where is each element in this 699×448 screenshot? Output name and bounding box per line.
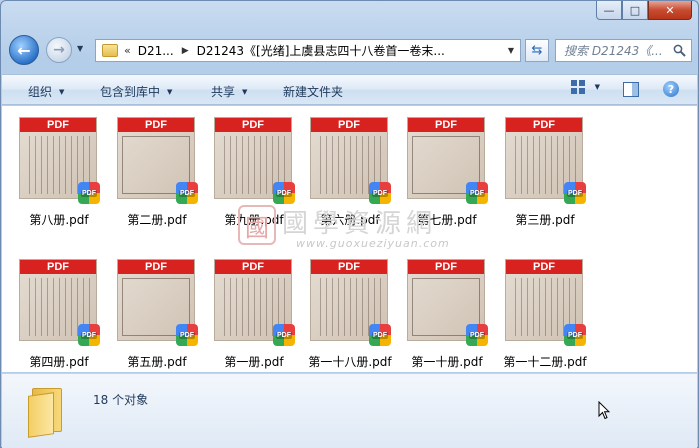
preview-pane-icon[interactable]: [623, 82, 639, 97]
file-name[interactable]: 第一十二册.pdf: [495, 353, 595, 370]
organize-label: 组织: [28, 85, 53, 99]
file-name[interactable]: 第一十八册.pdf: [300, 353, 400, 370]
file-name[interactable]: 第一十册.pdf: [397, 353, 497, 370]
search-input[interactable]: 搜索 D21243《...: [555, 39, 692, 62]
file-name[interactable]: 第三册.pdf: [495, 211, 595, 228]
file-name[interactable]: 第二册.pdf: [107, 211, 207, 228]
pdf-app-icon: PDF: [564, 324, 586, 346]
breadcrumb-item-parent[interactable]: D21...: [138, 44, 174, 58]
back-arrow-icon: ←: [17, 40, 31, 60]
file-item[interactable]: PDF PDF 第三册.pdf: [495, 111, 587, 231]
pdf-banner: PDF: [311, 260, 387, 274]
maximize-button[interactable]: □: [622, 1, 648, 20]
close-button[interactable]: ✕: [648, 1, 692, 20]
pdf-banner: PDF: [20, 260, 96, 274]
pdf-banner: PDF: [408, 118, 484, 132]
address-dropdown-icon[interactable]: ▼: [502, 40, 520, 61]
file-name[interactable]: 第四册.pdf: [9, 353, 109, 370]
pdf-app-icon: PDF: [78, 324, 100, 346]
pdf-app-icon: PDF: [176, 182, 198, 204]
watermark-seal: 國: [238, 205, 276, 245]
breadcrumb: « D21... ▶ D21243《[光绪]上虞县志四十八卷首一卷末...: [124, 42, 445, 59]
organize-menu[interactable]: 组织 ▼: [28, 83, 64, 100]
file-item[interactable]: PDF PDF 第五册.pdf: [107, 253, 199, 373]
forward-button[interactable]: →: [46, 37, 72, 63]
new-folder-button[interactable]: 新建文件夹: [283, 83, 343, 100]
change-view-button[interactable]: ▼: [570, 80, 600, 94]
watermark: 國 國學資源網 www.guoxueziyuan.com: [238, 203, 478, 253]
file-item[interactable]: PDF PDF 第二册.pdf: [107, 111, 199, 231]
chevron-down-icon[interactable]: ▼: [595, 83, 600, 91]
folder-icon: [28, 388, 68, 438]
minimize-button[interactable]: —: [596, 1, 622, 20]
details-pane: 18 个对象: [2, 373, 697, 448]
overflow-chevrons-icon[interactable]: «: [124, 44, 131, 57]
file-name[interactable]: 第五册.pdf: [107, 353, 207, 370]
forward-arrow-icon: →: [53, 42, 65, 58]
file-name[interactable]: 第一册.pdf: [204, 353, 304, 370]
pdf-banner: PDF: [506, 118, 582, 132]
pdf-app-icon: PDF: [78, 182, 100, 204]
share-menu[interactable]: 共享 ▼: [211, 83, 247, 100]
watermark-text: 國學資源網: [282, 209, 438, 239]
pdf-banner: PDF: [215, 118, 291, 132]
new-folder-label: 新建文件夹: [283, 85, 344, 99]
pdf-app-icon: PDF: [369, 182, 391, 204]
explorer-window: — □ ✕ ← → ▼ « D21... ▶ D21243《[光绪]上虞县志四十…: [0, 0, 699, 448]
pdf-banner: PDF: [506, 260, 582, 274]
file-item[interactable]: PDF PDF 第一十八册.pdf: [300, 253, 392, 373]
mouse-cursor-icon: [598, 401, 610, 420]
file-list: PDF PDF 第八册.pdf PDF PDF 第二册.pdf PDF PDF 第九册.pdf P…: [2, 106, 697, 372]
pdf-banner: PDF: [20, 118, 96, 132]
file-item[interactable]: PDF PDF 第一十二册.pdf: [495, 253, 587, 373]
breadcrumb-separator-icon[interactable]: ▶: [182, 46, 189, 56]
file-name[interactable]: 第八册.pdf: [9, 211, 109, 228]
file-item[interactable]: PDF PDF 第一十册.pdf: [397, 253, 489, 373]
pdf-banner: PDF: [118, 260, 194, 274]
file-item[interactable]: PDF PDF 第一册.pdf: [204, 253, 296, 373]
pdf-banner: PDF: [118, 118, 194, 132]
share-label: 共享: [211, 85, 236, 99]
pdf-app-icon: PDF: [466, 324, 488, 346]
file-item[interactable]: PDF PDF 第八册.pdf: [9, 111, 101, 231]
view-grid-icon: [570, 80, 585, 94]
search-icon[interactable]: [673, 44, 686, 57]
file-item[interactable]: PDF PDF 第四册.pdf: [9, 253, 101, 373]
caption-buttons: — □ ✕: [596, 1, 692, 20]
pdf-app-icon: PDF: [273, 182, 295, 204]
pdf-app-icon: PDF: [466, 182, 488, 204]
watermark-url: www.guoxueziyuan.com: [296, 237, 450, 250]
include-in-library-label: 包含到库中: [100, 85, 161, 99]
include-in-library-menu[interactable]: 包含到库中 ▼: [100, 83, 172, 100]
history-dropdown-icon[interactable]: ▼: [77, 44, 83, 53]
refresh-button[interactable]: ⇆: [525, 39, 549, 62]
pdf-banner: PDF: [215, 260, 291, 274]
pdf-app-icon: PDF: [273, 324, 295, 346]
chevron-down-icon: ▼: [167, 87, 173, 96]
breadcrumb-item-current[interactable]: D21243《[光绪]上虞县志四十八卷首一卷末...: [197, 42, 445, 59]
pdf-banner: PDF: [311, 118, 387, 132]
pdf-banner: PDF: [408, 260, 484, 274]
navigation-bar: ← → ▼ « D21... ▶ D21243《[光绪]上虞县志四十八卷首一卷末…: [9, 35, 692, 67]
search-placeholder: 搜索 D21243《...: [564, 44, 663, 58]
help-icon[interactable]: ?: [663, 81, 679, 97]
chevron-down-icon: ▼: [59, 87, 65, 96]
refresh-icon: ⇆: [531, 43, 543, 58]
pdf-app-icon: PDF: [369, 324, 391, 346]
chevron-down-icon: ▼: [242, 87, 248, 96]
item-count: 18 个对象: [93, 393, 149, 407]
back-button[interactable]: ←: [9, 35, 39, 65]
command-bar: 组织 ▼ 包含到库中 ▼ 共享 ▼ 新建文件夹 ▼ ?: [2, 74, 697, 105]
address-bar[interactable]: « D21... ▶ D21243《[光绪]上虞县志四十八卷首一卷末... ▼: [95, 39, 521, 62]
folder-icon: [102, 44, 118, 57]
pdf-app-icon: PDF: [176, 324, 198, 346]
pdf-app-icon: PDF: [564, 182, 586, 204]
